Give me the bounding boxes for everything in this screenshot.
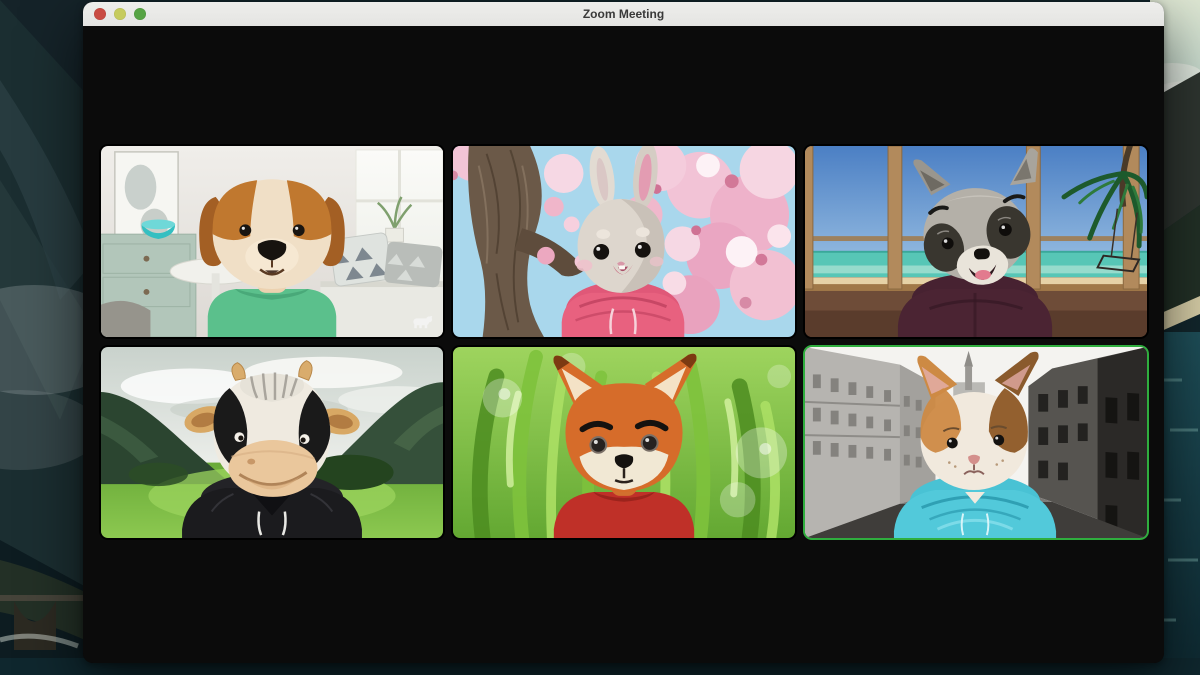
participant-tile-cat[interactable] — [803, 345, 1149, 540]
cat-avatar-video — [805, 347, 1147, 538]
participant-tile-rabbit[interactable] — [451, 144, 797, 339]
participant-tile-raccoon[interactable] — [803, 144, 1149, 339]
window-controls — [83, 8, 146, 20]
participant-tile-cow[interactable] — [99, 345, 445, 540]
rabbit-avatar-video — [453, 146, 795, 337]
minimize-button[interactable] — [114, 8, 126, 20]
close-button[interactable] — [94, 8, 106, 20]
raccoon-avatar-video — [805, 146, 1147, 337]
fullscreen-button[interactable] — [134, 8, 146, 20]
gallery-view — [83, 26, 1164, 663]
window-titlebar[interactable]: Zoom Meeting — [83, 2, 1164, 27]
participant-tile-fox[interactable] — [451, 345, 797, 540]
zoom-meeting-window: Zoom Meeting — [83, 2, 1164, 663]
fox-avatar-video — [453, 347, 795, 538]
participant-tile-dog[interactable] — [99, 144, 445, 339]
window-title: Zoom Meeting — [83, 7, 1164, 21]
dog-avatar-video — [101, 146, 443, 337]
cow-avatar-video — [101, 347, 443, 538]
